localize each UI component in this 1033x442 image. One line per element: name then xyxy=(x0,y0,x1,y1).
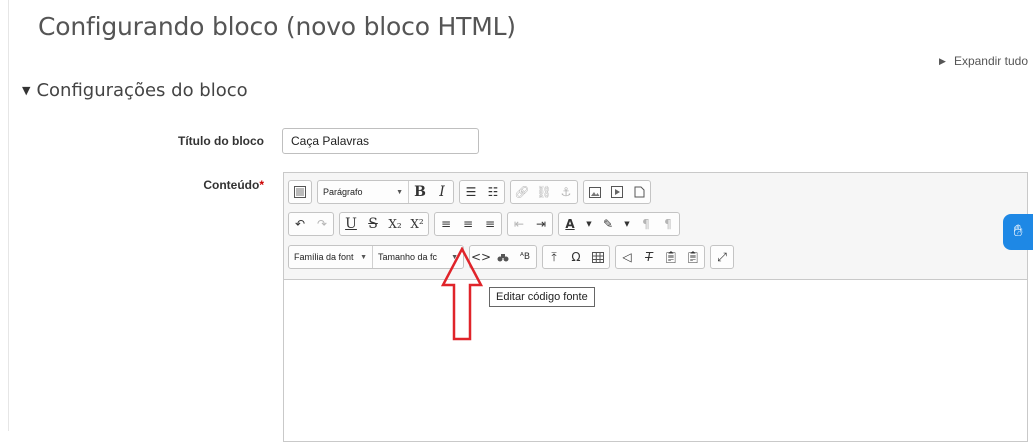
italic-button[interactable]: I xyxy=(431,181,453,203)
rtl-icon[interactable]: ¶ xyxy=(657,213,679,235)
toolbar-toggle-icon[interactable] xyxy=(289,181,311,203)
required-marker: * xyxy=(259,178,264,192)
paste-text-icon[interactable]: 📋︎ xyxy=(660,246,682,268)
character-map-icon[interactable]: ᴬB xyxy=(514,246,536,268)
toolbar-group: ⇤ ⇥ xyxy=(507,212,553,236)
toolbar-group: ↶ ↷ xyxy=(288,212,334,236)
content-label: Conteúdo* xyxy=(203,178,264,192)
manage-files-icon[interactable] xyxy=(628,181,650,203)
paste-word-icon[interactable]: 📋︎ xyxy=(682,246,704,268)
bold-button[interactable]: B xyxy=(409,181,431,203)
paragraph-select-label: Parágrafo xyxy=(323,187,363,197)
paragraph-format-select[interactable]: Parágrafo ▼ xyxy=(318,181,409,203)
tooltip: Editar código fonte xyxy=(489,287,595,307)
block-title-input[interactable] xyxy=(282,128,479,154)
block-title-label: Título do bloco xyxy=(178,134,264,148)
chevron-down-icon: ▼ xyxy=(396,188,403,196)
toolbar-group: ⤒ Ω xyxy=(542,245,610,269)
toolbar-group: ⤢ xyxy=(710,245,734,269)
font-family-label: Família da font xyxy=(294,252,354,262)
highlight-color-icon[interactable]: ✎ xyxy=(597,213,619,235)
strikethrough-button[interactable]: S xyxy=(362,213,384,235)
toolbar-group xyxy=(288,180,312,204)
editor-content-area[interactable] xyxy=(284,279,1027,441)
text-color-icon[interactable]: A xyxy=(559,213,581,235)
font-family-select[interactable]: Família da font ▼ xyxy=(289,246,373,268)
undo-icon[interactable]: ↶ xyxy=(289,213,311,235)
toolbar-group xyxy=(583,180,651,204)
accessibility-icon[interactable]: ✋︎ xyxy=(1003,214,1033,250)
chevron-down-icon[interactable]: ▼ xyxy=(619,213,635,235)
caret-down-icon: ▼ xyxy=(22,84,31,97)
superscript-button[interactable]: X² xyxy=(406,213,428,235)
media-icon[interactable] xyxy=(606,181,628,203)
fullscreen-icon[interactable]: ⤢ xyxy=(711,246,733,268)
ltr-icon[interactable]: ¶ xyxy=(635,213,657,235)
caret-right-icon: ▶ xyxy=(939,55,946,66)
toolbar-row-2: ↶ ↷ U S X₂ X² ≡ ≡ ≡ ⇤ ⇥ A ▼ ✎ ▼ ¶ ¶ xyxy=(288,211,685,237)
outdent-icon[interactable]: ⇤ xyxy=(508,213,530,235)
image-icon[interactable] xyxy=(584,181,606,203)
insert-horizontal-rule-icon[interactable]: ⤒ xyxy=(543,246,565,268)
expand-all-label: Expandir tudo xyxy=(953,54,1028,68)
toolbar-group: U S X₂ X² xyxy=(339,212,429,236)
redo-icon[interactable]: ↷ xyxy=(311,213,333,235)
font-size-label: Tamanho da fc xyxy=(378,252,438,262)
underline-button[interactable]: U xyxy=(340,213,362,235)
toolbar-group: ☰ ☷ xyxy=(459,180,505,204)
expand-all-link[interactable]: ▶ Expandir tudo xyxy=(939,54,1028,68)
special-char-button[interactable]: Ω xyxy=(565,246,587,268)
align-center-icon[interactable]: ≡ xyxy=(457,213,479,235)
toolbar-group: Família da font ▼ Tamanho da fc ▼ xyxy=(288,245,464,269)
numbered-list-icon[interactable]: ☷ xyxy=(482,181,504,203)
annotation-arrow-icon xyxy=(441,247,483,341)
toolbar-row-1: Parágrafo ▼ B I ☰ ☷ 🔗︎ ⛓ ⚓︎ xyxy=(288,179,656,205)
section-title: Configurações do bloco xyxy=(36,80,248,101)
anchor-icon[interactable]: ⚓︎ xyxy=(555,181,577,203)
toolbar-row-3: Família da font ▼ Tamanho da fc ▼ <> ᴬB … xyxy=(288,244,739,270)
toolbar-group: 🔗︎ ⛓ ⚓︎ xyxy=(510,180,578,204)
table-icon[interactable] xyxy=(587,246,609,268)
section-toggle[interactable]: ▼ Configurações do bloco xyxy=(22,80,248,101)
page-title: Configurando bloco (novo bloco HTML) xyxy=(38,12,516,41)
find-replace-icon[interactable] xyxy=(492,246,514,268)
indent-icon[interactable]: ⇥ xyxy=(530,213,552,235)
clear-formatting-icon[interactable]: ◁ xyxy=(616,246,638,268)
subscript-button[interactable]: X₂ xyxy=(384,213,406,235)
unlink-icon[interactable]: ⛓ xyxy=(533,181,555,203)
align-left-icon[interactable]: ≡ xyxy=(435,213,457,235)
align-right-icon[interactable]: ≡ xyxy=(479,213,501,235)
toolbar-group: Parágrafo ▼ B I xyxy=(317,180,454,204)
rich-text-editor: Parágrafo ▼ B I ☰ ☷ 🔗︎ ⛓ ⚓︎ ↶ ↷ U S X₂ X… xyxy=(283,172,1028,442)
link-icon[interactable]: 🔗︎ xyxy=(511,181,533,203)
bullet-list-icon[interactable]: ☰ xyxy=(460,181,482,203)
toolbar-group: ◁ T̶ 📋︎ 📋︎ xyxy=(615,245,705,269)
page-left-border xyxy=(8,0,9,431)
toolbar-group: A ▼ ✎ ▼ ¶ ¶ xyxy=(558,212,680,236)
remove-format-icon[interactable]: T̶ xyxy=(638,246,660,268)
toolbar-group: ≡ ≡ ≡ xyxy=(434,212,502,236)
chevron-down-icon[interactable]: ▼ xyxy=(581,213,597,235)
chevron-down-icon: ▼ xyxy=(360,253,367,261)
